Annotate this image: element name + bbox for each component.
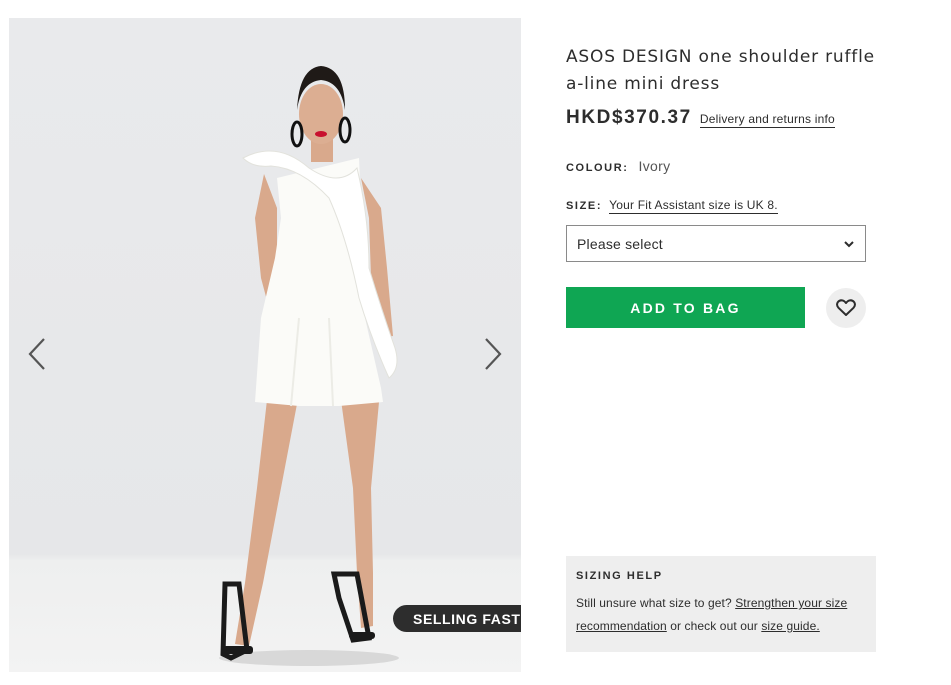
save-for-later-button[interactable] bbox=[826, 287, 866, 328]
sizing-help-text-1: Still unsure what size to get? bbox=[576, 596, 732, 610]
colour-label: COLOUR: bbox=[566, 162, 629, 174]
product-photo bbox=[219, 66, 399, 666]
gallery-prev-button[interactable] bbox=[21, 334, 53, 374]
size-select[interactable]: Please select bbox=[566, 225, 866, 262]
size-guide-link[interactable]: size guide. bbox=[761, 619, 819, 633]
purchase-actions: ADD TO BAG bbox=[566, 287, 886, 328]
size-label: SIZE: bbox=[566, 200, 603, 212]
product-image-gallery: SELLING FAST bbox=[9, 18, 521, 672]
sizing-help-title: SIZING HELP bbox=[576, 570, 663, 582]
product-price: HKD$370.37 bbox=[566, 107, 692, 128]
sizing-help-text: Still unsure what size to get? Strengthe… bbox=[576, 592, 866, 638]
heart-icon bbox=[836, 298, 856, 316]
colour-value: Ivory bbox=[638, 158, 671, 174]
colour-row: COLOUR: Ivory bbox=[566, 158, 886, 174]
size-row: SIZE: Your Fit Assistant size is UK 8. bbox=[566, 198, 886, 214]
product-title: ASOS DESIGN one shoulder ruffle a-line m… bbox=[566, 47, 875, 94]
price-row: HKD$370.37 Delivery and returns info bbox=[566, 107, 886, 129]
chevron-right-icon bbox=[485, 338, 502, 370]
sizing-help-panel: SIZING HELP Still unsure what size to ge… bbox=[566, 556, 876, 652]
sizing-help-text-2: or check out our bbox=[670, 619, 758, 633]
product-info-panel: ASOS DESIGN one shoulder ruffle a-line m… bbox=[566, 44, 886, 328]
selling-fast-badge: SELLING FAST bbox=[393, 605, 521, 632]
size-select-value: Please select bbox=[577, 235, 663, 252]
chevron-left-icon bbox=[28, 338, 45, 370]
delivery-returns-link[interactable]: Delivery and returns info bbox=[699, 112, 835, 128]
add-to-bag-button[interactable]: ADD TO BAG bbox=[566, 287, 805, 328]
chevron-down-icon bbox=[844, 240, 854, 247]
fit-assistant-link[interactable]: Your Fit Assistant size is UK 8. bbox=[609, 198, 778, 214]
gallery-next-button[interactable] bbox=[477, 334, 509, 374]
